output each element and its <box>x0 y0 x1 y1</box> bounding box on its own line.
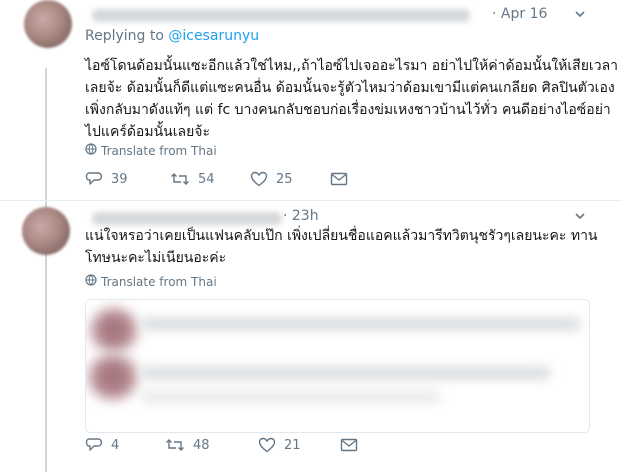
like-count: 25 <box>276 171 293 187</box>
tweet: · Apr 16 Replying to @icesarunyu ไอซ์โดน… <box>0 0 622 201</box>
tweet-actions: 4 48 21 <box>85 437 358 453</box>
replying-to: Replying to @icesarunyu <box>85 28 259 44</box>
globe-icon <box>85 143 97 158</box>
like-button[interactable]: 21 <box>258 437 340 453</box>
dm-button[interactable] <box>340 437 358 453</box>
translate-label: Translate from Thai <box>101 274 217 289</box>
tweet-text-line: แน่ใจหรอว่าเคยเป็นแฟนคลับเป๊ก เพิ่งเปลี่… <box>85 228 598 244</box>
translate-link[interactable]: Translate from Thai <box>85 143 217 158</box>
tweet-text-line: โทษนะคะไม่เนียนอะค่ะ <box>85 250 227 266</box>
tweet-timestamp[interactable]: · 23h <box>283 208 319 224</box>
tweet-text-line: ไปแคร์ด้อมนั้นเลยจ้ะ <box>85 124 210 140</box>
replying-to-label: Replying to <box>85 28 164 44</box>
blurred-quoted-text <box>141 317 581 331</box>
tweet-text: ไอซ์โดนด้อมนั้นแซะอีกแล้วใช่ไหม,,ถ้าไอซ์… <box>85 55 618 143</box>
like-count: 21 <box>284 437 301 453</box>
avatar[interactable] <box>24 0 72 48</box>
translate-link[interactable]: Translate from Thai <box>85 274 217 289</box>
quoted-tweet[interactable] <box>85 299 590 433</box>
retweet-count: 48 <box>193 437 210 453</box>
retweet-button[interactable]: 54 <box>170 171 250 187</box>
tweet-timestamp[interactable]: · Apr 16 <box>492 6 547 22</box>
like-icon <box>250 171 268 187</box>
blurred-author-name <box>92 9 470 22</box>
dm-icon <box>340 437 358 453</box>
blurred-quoted-text <box>141 366 551 380</box>
reply-button[interactable]: 4 <box>85 437 165 453</box>
reply-count: 4 <box>111 437 120 453</box>
reply-button[interactable]: 39 <box>85 171 170 187</box>
blurred-quoted-image <box>90 308 138 352</box>
chevron-down-icon[interactable] <box>574 210 586 225</box>
reply-count: 39 <box>111 171 128 187</box>
tweet-text: แน่ใจหรอว่าเคยเป็นแฟนคลับเป๊ก เพิ่งเปลี่… <box>85 225 598 269</box>
tweet: · 23h แน่ใจหรอว่าเคยเป็นแฟนคลับเป๊ก เพิ่… <box>0 201 622 472</box>
dm-icon <box>330 171 348 187</box>
reply-icon <box>85 171 103 187</box>
reply-icon <box>85 437 103 453</box>
dm-button[interactable] <box>330 171 348 187</box>
reply-handle-link[interactable]: @icesarunyu <box>168 28 259 44</box>
globe-icon <box>85 274 97 289</box>
tweet-text-line: เลยจ้ะ ด้อมนั้นก็ดีแต่แซะคนอื่น ด้อมนั้น… <box>85 80 615 96</box>
avatar[interactable] <box>22 207 70 255</box>
retweet-button[interactable]: 48 <box>165 437 258 453</box>
like-button[interactable]: 25 <box>250 171 330 187</box>
retweet-icon <box>165 437 185 453</box>
tweet-actions: 39 54 25 <box>85 171 348 187</box>
tweet-text-line: เพิ่งกลับมาดังแท้ๆ แต่ fc บางคนกลับชอบก่… <box>85 102 611 118</box>
translate-label: Translate from Thai <box>101 143 217 158</box>
blurred-quoted-text <box>141 390 441 404</box>
blurred-author-name <box>92 212 282 225</box>
like-icon <box>258 437 276 453</box>
retweet-count: 54 <box>198 171 215 187</box>
blurred-quoted-image <box>88 354 138 400</box>
retweet-icon <box>170 171 190 187</box>
chevron-down-icon[interactable] <box>574 8 586 23</box>
tweet-text-line: ไอซ์โดนด้อมนั้นแซะอีกแล้วใช่ไหม,,ถ้าไอซ์… <box>85 58 619 74</box>
